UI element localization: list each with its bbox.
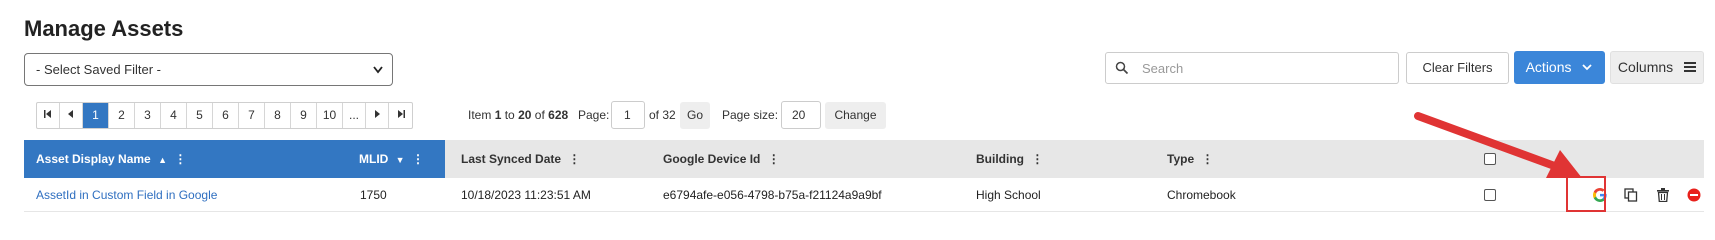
item-total: 628 — [548, 108, 569, 122]
page-button-10[interactable]: 10 — [317, 103, 343, 128]
column-label: Last Synced Date — [461, 152, 562, 166]
columns-button[interactable]: Columns — [1610, 51, 1704, 84]
page-size-label: Page size: — [722, 108, 779, 122]
first-page-icon — [44, 110, 51, 118]
column-label: Google Device Id — [663, 152, 761, 166]
search-field[interactable] — [1105, 52, 1399, 84]
columns-label: Columns — [1617, 59, 1674, 75]
page-button-9[interactable]: 9 — [291, 103, 317, 128]
search-icon — [1115, 61, 1129, 75]
column-header-last-synced[interactable]: Last Synced Date ⋮ — [461, 140, 580, 178]
actions-label: Actions — [1525, 59, 1572, 75]
column-header-asset-name[interactable]: Asset Display Name ▲ ⋮ — [36, 140, 186, 178]
sort-descending-icon: ▼ — [395, 155, 405, 165]
column-header-type[interactable]: Type ⋮ — [1167, 140, 1213, 178]
last-page-icon — [397, 110, 405, 118]
go-button[interactable]: Go — [680, 102, 710, 129]
item-end: 20 — [518, 108, 532, 122]
trash-icon[interactable] — [1657, 188, 1669, 203]
page-label: Page: — [578, 108, 610, 122]
change-page-size-button[interactable]: Change — [825, 102, 886, 129]
page-count-text: of 32 — [649, 108, 676, 122]
sort-ascending-icon: ▲ — [158, 155, 167, 165]
saved-filter-value: - Select Saved Filter - — [36, 62, 161, 77]
column-menu-icon[interactable]: ⋮ — [768, 152, 780, 166]
item-prefix: Item — [468, 108, 492, 122]
column-header-mlid[interactable]: MLID ▼ ⋮ — [359, 140, 424, 178]
column-menu-icon[interactable]: ⋮ — [412, 152, 424, 166]
mlid-cell: 1750 — [360, 188, 387, 202]
column-menu-icon[interactable]: ⋮ — [1201, 152, 1213, 166]
search-input[interactable] — [1140, 58, 1390, 78]
prev-page-icon — [68, 110, 73, 118]
item-to: to — [504, 108, 515, 122]
next-page-button[interactable] — [366, 103, 389, 128]
row-checkbox[interactable] — [1484, 189, 1496, 201]
last-page-button[interactable] — [389, 103, 412, 128]
page-button-2[interactable]: 2 — [109, 103, 135, 128]
next-page-icon — [375, 110, 380, 118]
remove-icon[interactable] — [1687, 188, 1701, 202]
arrow-annotation — [1414, 112, 1582, 178]
page-button-3[interactable]: 3 — [135, 103, 161, 128]
type-cell: Chromebook — [1167, 188, 1236, 202]
asset-name-link[interactable]: AssetId in Custom Field in Google — [36, 178, 217, 212]
column-menu-icon[interactable]: ⋮ — [1031, 152, 1043, 166]
prev-page-button[interactable] — [60, 103, 83, 128]
building-cell: High School — [976, 188, 1041, 202]
clear-filters-button[interactable]: Clear Filters — [1406, 52, 1509, 84]
column-header-building[interactable]: Building ⋮ — [976, 140, 1043, 178]
column-menu-icon[interactable]: ⋮ — [174, 152, 186, 166]
menu-icon — [1684, 62, 1697, 72]
column-label: MLID — [359, 152, 389, 166]
column-menu-icon[interactable]: ⋮ — [568, 152, 580, 166]
google-device-id-cell: e6794afe-e056-4798-b75a-f21124a9a9bf — [663, 188, 882, 202]
item-start: 1 — [494, 108, 502, 122]
copy-icon[interactable] — [1624, 188, 1638, 202]
page-button-7[interactable]: 7 — [239, 103, 265, 128]
page-number-input[interactable]: 1 — [611, 101, 645, 129]
first-page-button[interactable] — [37, 103, 60, 128]
column-label: Building — [976, 152, 1024, 166]
last-synced-cell: 10/18/2023 11:23:51 AM — [461, 188, 591, 202]
page-button-more[interactable]: ... — [343, 103, 366, 128]
item-of: of — [534, 108, 545, 122]
page-button-1[interactable]: 1 — [83, 103, 109, 128]
page-title: Manage Assets — [24, 16, 184, 41]
saved-filter-select[interactable]: - Select Saved Filter - — [24, 53, 393, 86]
actions-button[interactable]: Actions — [1514, 51, 1605, 84]
item-range-text: Item 1 to 20 of 628 — [468, 102, 568, 129]
chevron-down-icon — [372, 54, 384, 96]
column-header-google-device-id[interactable]: Google Device Id ⋮ — [663, 140, 780, 178]
page-button-6[interactable]: 6 — [213, 103, 239, 128]
page-button-4[interactable]: 4 — [161, 103, 187, 128]
chevron-down-icon — [1582, 64, 1593, 71]
page-button-5[interactable]: 5 — [187, 103, 213, 128]
column-label: Asset Display Name — [36, 152, 151, 166]
column-label: Type — [1167, 152, 1195, 166]
page-size-input[interactable]: 20 — [781, 101, 821, 129]
pager: 1 2 3 4 5 6 7 8 9 10 ... — [36, 102, 413, 129]
page-button-8[interactable]: 8 — [265, 103, 291, 128]
